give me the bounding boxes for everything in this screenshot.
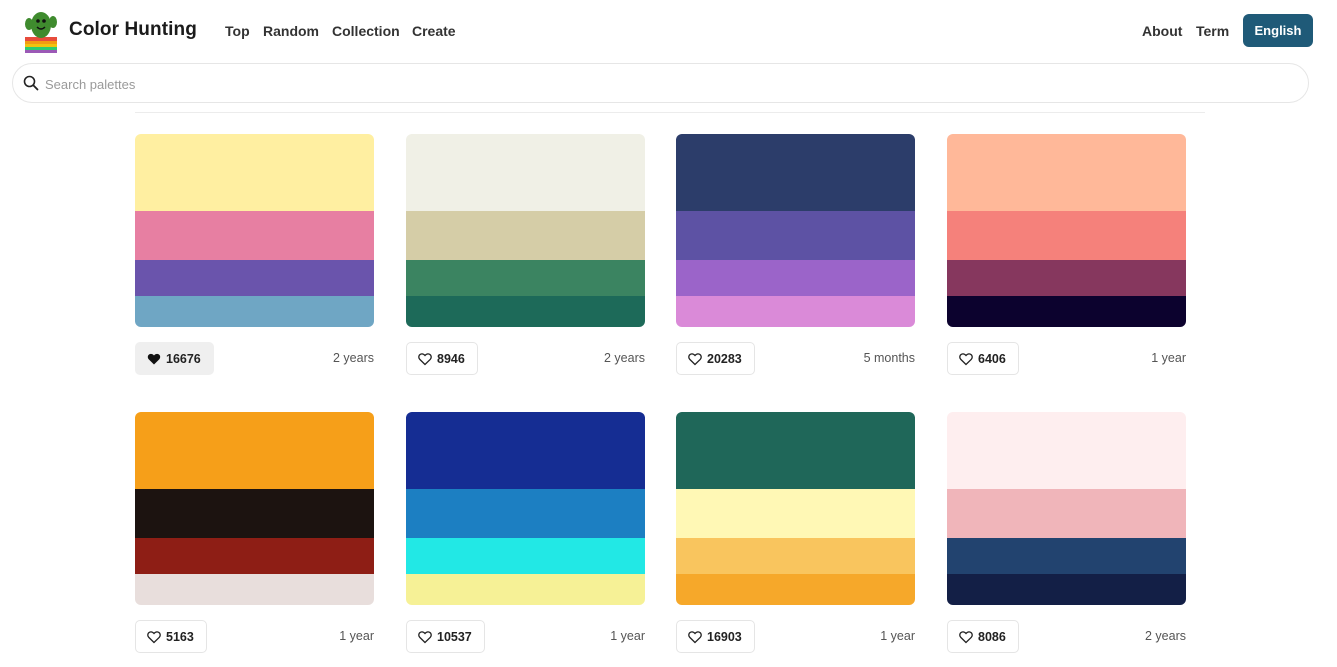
- palette-swatch[interactable]: [947, 134, 1186, 327]
- like-count: 10537: [437, 629, 472, 644]
- color-stripe[interactable]: [135, 260, 374, 296]
- heart-icon: [147, 353, 161, 364]
- heart-icon: [418, 630, 432, 643]
- like-count: 16676: [166, 351, 201, 366]
- like-button[interactable]: 8086: [947, 620, 1019, 653]
- color-stripe[interactable]: [406, 489, 645, 538]
- like-button[interactable]: 8946: [406, 342, 478, 375]
- like-count: 20283: [707, 351, 742, 366]
- like-button[interactable]: 5163: [135, 620, 207, 653]
- palette-swatch[interactable]: [406, 134, 645, 327]
- palette-card: 16903 1 year: [676, 412, 915, 654]
- heart-icon: [959, 352, 973, 365]
- color-stripe[interactable]: [135, 538, 374, 574]
- nav-top[interactable]: Top: [225, 23, 250, 39]
- palette-card: 10537 1 year: [406, 412, 645, 654]
- color-stripe[interactable]: [406, 538, 645, 574]
- palette-age: 1 year: [339, 629, 374, 643]
- nav-collection[interactable]: Collection: [332, 23, 400, 39]
- color-stripe[interactable]: [947, 134, 1186, 211]
- palette-age: 1 year: [880, 629, 915, 643]
- like-button[interactable]: 16676: [135, 342, 214, 375]
- palette-card: 20283 5 months: [676, 134, 915, 376]
- color-stripe[interactable]: [676, 412, 915, 489]
- search-bar[interactable]: [12, 63, 1309, 103]
- color-stripe[interactable]: [947, 574, 1186, 605]
- color-stripe[interactable]: [676, 211, 915, 260]
- palette-age: 2 years: [604, 351, 645, 365]
- palette-card: 5163 1 year: [135, 412, 374, 654]
- color-stripe[interactable]: [676, 489, 915, 538]
- top-header: Color Hunting Top Random Collection Crea…: [0, 0, 1337, 62]
- color-stripe[interactable]: [406, 574, 645, 605]
- palette-swatch[interactable]: [947, 412, 1186, 605]
- palette-card: 8086 2 years: [947, 412, 1186, 654]
- cactus-logo-icon[interactable]: [23, 8, 59, 54]
- color-stripe[interactable]: [676, 134, 915, 211]
- color-stripe[interactable]: [947, 412, 1186, 489]
- search-icon: [23, 75, 39, 91]
- color-stripe[interactable]: [947, 296, 1186, 327]
- heart-icon: [688, 352, 702, 365]
- heart-icon: [959, 630, 973, 643]
- language-button[interactable]: English: [1243, 14, 1313, 47]
- palette-age: 2 years: [1145, 629, 1186, 643]
- palette-swatch[interactable]: [676, 134, 915, 327]
- nav-about[interactable]: About: [1142, 23, 1182, 39]
- heart-icon: [418, 352, 432, 365]
- palette-swatch[interactable]: [135, 412, 374, 605]
- color-stripe[interactable]: [406, 412, 645, 489]
- color-stripe[interactable]: [135, 134, 374, 211]
- palette-card: 8946 2 years: [406, 134, 645, 376]
- palette-swatch[interactable]: [406, 412, 645, 605]
- palette-age: 1 year: [1151, 351, 1186, 365]
- color-stripe[interactable]: [947, 260, 1186, 296]
- color-stripe[interactable]: [676, 574, 915, 605]
- color-stripe[interactable]: [676, 538, 915, 574]
- nav-random[interactable]: Random: [263, 23, 319, 39]
- color-stripe[interactable]: [135, 211, 374, 260]
- heart-icon: [688, 630, 702, 643]
- color-stripe[interactable]: [135, 412, 374, 489]
- header-divider: [135, 112, 1205, 113]
- like-count: 8086: [978, 629, 1006, 644]
- heart-icon: [147, 630, 161, 643]
- nav-create[interactable]: Create: [412, 23, 456, 39]
- color-stripe[interactable]: [947, 211, 1186, 260]
- color-stripe[interactable]: [947, 489, 1186, 538]
- like-count: 6406: [978, 351, 1006, 366]
- palette-card: 6406 1 year: [947, 134, 1186, 376]
- color-stripe[interactable]: [676, 296, 915, 327]
- like-button[interactable]: 6406: [947, 342, 1019, 375]
- like-button[interactable]: 16903: [676, 620, 755, 653]
- palette-age: 2 years: [333, 351, 374, 365]
- like-count: 8946: [437, 351, 465, 366]
- nav-term[interactable]: Term: [1196, 23, 1229, 39]
- brand-title[interactable]: Color Hunting: [69, 19, 197, 41]
- palette-age: 1 year: [610, 629, 645, 643]
- palette-card: 16676 2 years: [135, 134, 374, 376]
- like-count: 5163: [166, 629, 194, 644]
- color-stripe[interactable]: [135, 296, 374, 327]
- like-button[interactable]: 20283: [676, 342, 755, 375]
- color-stripe[interactable]: [676, 260, 915, 296]
- color-stripe[interactable]: [406, 211, 645, 260]
- like-count: 16903: [707, 629, 742, 644]
- like-button[interactable]: 10537: [406, 620, 485, 653]
- color-stripe[interactable]: [135, 574, 374, 605]
- color-stripe[interactable]: [406, 296, 645, 327]
- color-stripe[interactable]: [406, 134, 645, 211]
- palette-swatch[interactable]: [676, 412, 915, 605]
- color-stripe[interactable]: [406, 260, 645, 296]
- color-stripe[interactable]: [135, 489, 374, 538]
- palette-swatch[interactable]: [135, 134, 374, 327]
- search-input[interactable]: [43, 72, 1287, 96]
- color-stripe[interactable]: [947, 538, 1186, 574]
- palette-age: 5 months: [863, 351, 915, 365]
